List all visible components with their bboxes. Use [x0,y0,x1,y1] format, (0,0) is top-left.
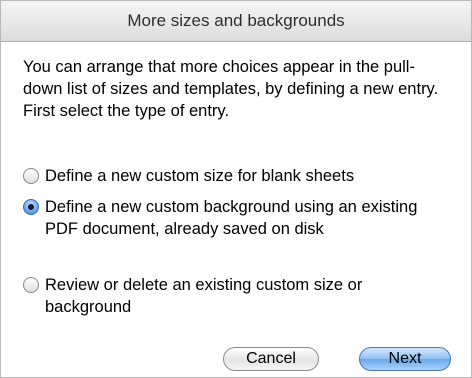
option-review-delete[interactable]: Review or delete an existing custom size… [23,274,453,318]
option-label: Define a new custom background using an … [45,198,418,238]
cancel-button[interactable]: Cancel [223,347,319,371]
radio-button[interactable] [23,277,39,293]
option-custom-background[interactable]: Define a new custom background using an … [23,196,453,240]
radio-button[interactable] [23,168,39,184]
dialog-body: You can arrange that more choices appear… [1,42,471,377]
dialog-title: More sizes and backgrounds [1,1,471,42]
intro-text: You can arrange that more choices appear… [23,58,439,120]
dialog-window: More sizes and backgrounds You can arran… [0,0,472,378]
radio-button-selected[interactable] [23,199,39,215]
option-label: Define a new custom size for blank sheet… [45,167,355,185]
option-custom-size[interactable]: Define a new custom size for blank sheet… [23,165,453,187]
next-button[interactable]: Next [359,347,451,371]
option-label: Review or delete an existing custom size… [45,276,363,316]
